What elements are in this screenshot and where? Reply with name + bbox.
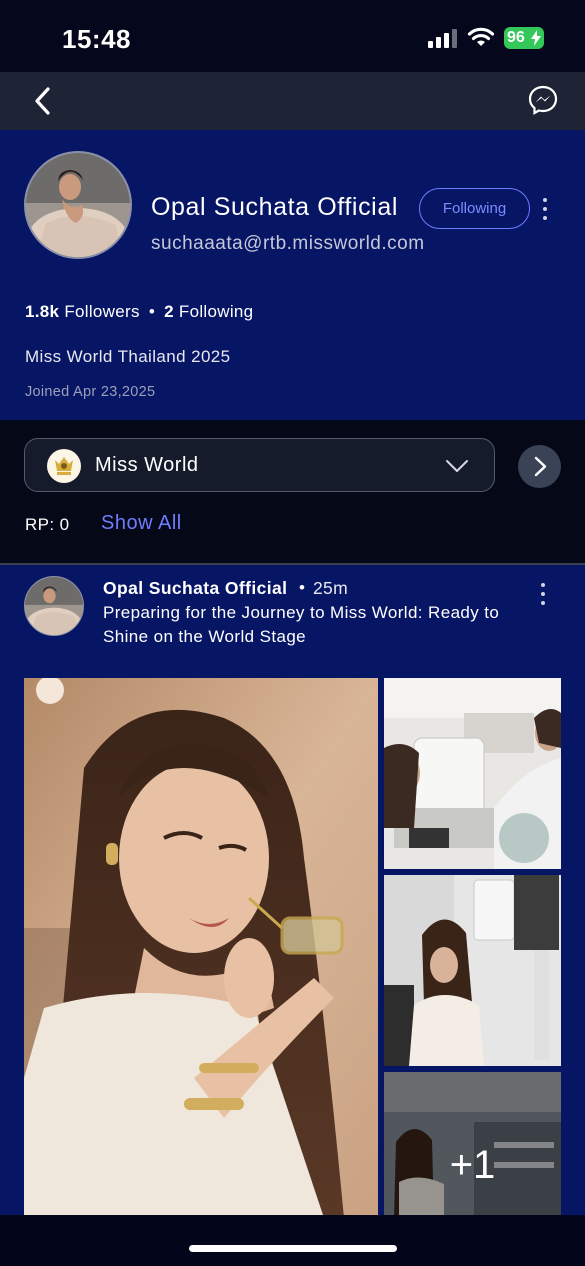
miss-world-logo (47, 449, 81, 483)
profile-header: Opal Suchata Official Following suchaaat… (0, 130, 585, 420)
status-time: 15:48 (62, 24, 131, 54)
followers-count[interactable]: 1.8k (25, 302, 59, 321)
nav-bar (0, 72, 585, 130)
home-indicator[interactable] (189, 1245, 397, 1252)
following-button[interactable]: Following (419, 188, 530, 229)
post-image-main[interactable] (24, 678, 378, 1218)
home-bar-area (0, 1215, 585, 1266)
more-vertical-icon[interactable] (537, 196, 553, 222)
status-bar: 15:48 96 (0, 0, 585, 72)
wifi-icon (467, 27, 495, 46)
cellular-signal-icon (428, 28, 458, 48)
following-count[interactable]: 2 (164, 302, 174, 321)
messenger-icon[interactable] (527, 84, 559, 116)
following-label[interactable]: Following (179, 302, 254, 321)
show-all-link[interactable]: Show All (101, 512, 182, 535)
joined-date: Joined Apr 23,2025 (25, 384, 156, 400)
chevron-left-icon[interactable] (28, 85, 60, 117)
more-vertical-icon[interactable] (535, 581, 551, 607)
post-separator: • (299, 578, 305, 597)
next-community-button[interactable] (518, 445, 561, 488)
post-card: Opal Suchata Official • 25m Preparing fo… (0, 565, 585, 1218)
post-image-4[interactable]: +1 (384, 1072, 561, 1218)
avatar[interactable] (24, 151, 132, 259)
battery-level: 96 (507, 29, 525, 46)
chevron-down-icon (446, 460, 468, 472)
battery-charging-icon: 96 (504, 27, 544, 49)
profile-bio: Miss World Thailand 2025 (25, 347, 231, 366)
rp-points: RP: 0 (25, 515, 70, 534)
chevron-right-icon (534, 456, 547, 477)
post-author[interactable]: Opal Suchata Official (103, 578, 287, 599)
post-time: 25m (313, 578, 348, 598)
post-text[interactable]: Preparing for the Journey to Miss World:… (103, 601, 523, 649)
post-image-3[interactable] (384, 875, 561, 1066)
more-images-count[interactable]: +1 (384, 1072, 561, 1218)
community-dropdown[interactable]: Miss World (24, 438, 495, 492)
stats-separator: • (148, 302, 156, 321)
post-image-2[interactable] (384, 678, 561, 869)
community-section: Miss World RP: 0 Show All (0, 420, 585, 563)
profile-name: Opal Suchata Official (151, 193, 398, 221)
followers-label[interactable]: Followers (64, 302, 139, 321)
post-avatar[interactable] (24, 576, 84, 636)
profile-email: suchaaata@rtb.missworld.com (151, 233, 425, 254)
follow-stats: 1.8k Followers • 2 Following (25, 302, 253, 322)
community-name: Miss World (95, 454, 199, 476)
